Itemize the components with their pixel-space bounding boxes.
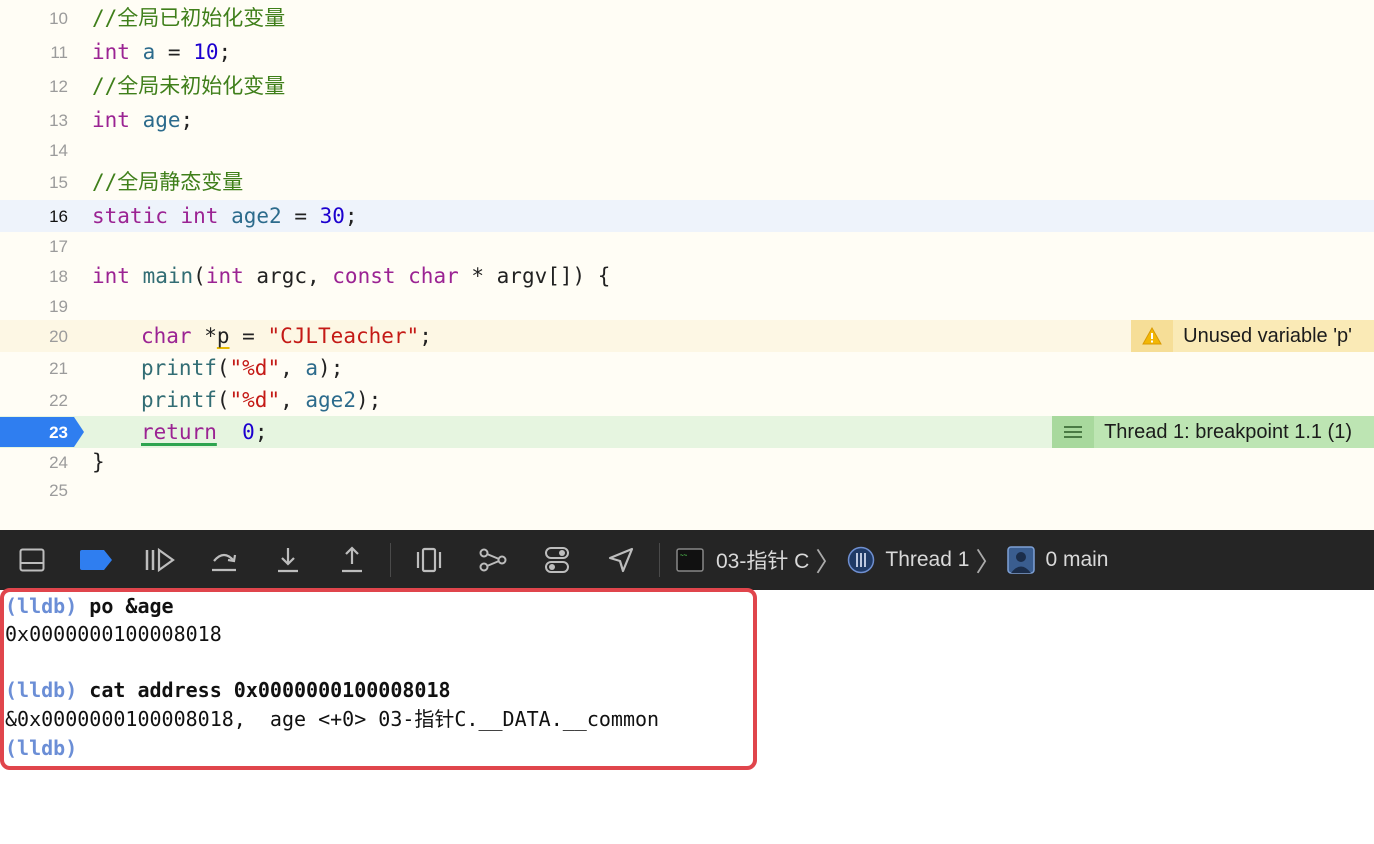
code-line[interactable]: 21 printf("%d", a); xyxy=(0,352,1374,384)
breadcrumb-frame[interactable]: 0 main xyxy=(1045,548,1108,572)
breakpoint-tag-icon xyxy=(80,550,112,570)
warning-annotation[interactable]: Unused variable 'p' xyxy=(1131,320,1374,352)
code-text: char *p = "CJLTeacher"; xyxy=(141,324,432,348)
step-out-button[interactable] xyxy=(320,530,384,590)
code-text: printf("%d", a); xyxy=(141,356,344,380)
breadcrumb-process[interactable]: 03-指针 C xyxy=(716,545,809,575)
debug-toolbar: ~~ 03-指针 C 〉 Thread 1 〉 0 main xyxy=(0,530,1374,590)
line-number: 15 xyxy=(49,173,68,192)
step-over-icon xyxy=(212,553,237,572)
code-line[interactable]: 13 int age; xyxy=(0,104,1374,136)
code-line[interactable]: 22 printf("%d", age2); xyxy=(0,384,1374,416)
code-text: } xyxy=(92,450,105,474)
continue-icon xyxy=(145,548,175,572)
step-out-icon xyxy=(342,546,362,573)
svg-text:~~: ~~ xyxy=(680,552,688,559)
line-number: 17 xyxy=(49,237,68,256)
toolbar-divider xyxy=(390,543,391,577)
line-number: 16 xyxy=(49,207,68,226)
breadcrumb: ~~ 03-指针 C 〉 Thread 1 〉 0 main xyxy=(676,530,1108,590)
line-number: 24 xyxy=(49,453,68,472)
chevron-right-icon: 〉 xyxy=(815,546,842,577)
panel-bottom-icon xyxy=(19,548,45,572)
warning-message: Unused variable 'p' xyxy=(1183,324,1352,347)
code-comment: //全局未初始化变量 xyxy=(92,74,286,98)
environment-overrides-button[interactable] xyxy=(525,530,589,590)
step-into-button[interactable] xyxy=(256,530,320,590)
line-number: 21 xyxy=(49,359,68,378)
toggles-icon xyxy=(545,547,569,573)
code-line-current[interactable]: 16 static int age2 = 30; xyxy=(0,200,1374,232)
simulate-location-button[interactable] xyxy=(589,530,653,590)
code-line[interactable]: 12 //全局未初始化变量 xyxy=(0,70,1374,102)
code-text: int age; xyxy=(92,108,194,132)
line-number: 20 xyxy=(49,327,68,346)
line-number: 23 xyxy=(49,423,68,442)
line-number: 14 xyxy=(49,141,68,160)
stack-frame-user-icon xyxy=(1007,546,1036,574)
code-text: int main(int argc, const char * argv[]) … xyxy=(92,264,611,288)
chevron-right-icon: 〉 xyxy=(975,546,1002,577)
toggle-breakpoints-button[interactable] xyxy=(64,530,128,590)
code-line[interactable]: 11 int a = 10; xyxy=(0,36,1374,68)
breadcrumb-thread[interactable]: Thread 1 xyxy=(885,548,969,572)
memory-graph-icon xyxy=(479,548,507,572)
warning-icon xyxy=(1131,320,1174,352)
line-number: 11 xyxy=(50,43,68,62)
breakpoint-message: Thread 1: breakpoint 1.1 (1) xyxy=(1104,420,1352,443)
view-hierarchy-icon xyxy=(416,547,442,573)
line-number: 12 xyxy=(49,77,68,96)
code-text: return 0; xyxy=(141,420,268,444)
code-line-warning[interactable]: 20 char *p = "CJLTeacher"; Unused variab… xyxy=(0,320,1374,352)
hide-debug-area-button[interactable] xyxy=(0,530,64,590)
debug-view-hierarchy-button[interactable] xyxy=(397,530,461,590)
breakpoint-marker[interactable]: 23 xyxy=(0,417,84,447)
code-line[interactable]: 15 //全局静态变量 xyxy=(0,166,1374,198)
thread-icon xyxy=(847,546,875,574)
debug-memory-graph-button[interactable] xyxy=(461,530,525,590)
code-text: static int age2 = 30; xyxy=(92,204,358,228)
step-into-icon xyxy=(278,548,298,573)
code-line[interactable]: 18 int main(int argc, const char * argv[… xyxy=(0,260,1374,292)
line-number: 25 xyxy=(49,481,68,500)
code-comment: //全局静态变量 xyxy=(92,170,244,194)
source-editor[interactable]: 10 //全局已初始化变量 11 int a = 10; 12 //全局未初始化… xyxy=(0,0,1374,530)
code-line-breakpoint[interactable]: 23 return 0; Thread 1: breakpoint 1.1 (1… xyxy=(0,416,1374,448)
step-over-button[interactable] xyxy=(192,530,256,590)
code-comment: //全局已初始化变量 xyxy=(92,6,286,30)
location-arrow-icon xyxy=(608,547,634,573)
code-line[interactable]: 25 xyxy=(0,474,1374,506)
line-number: 19 xyxy=(49,297,68,316)
line-number: 22 xyxy=(49,391,68,410)
line-number: 13 xyxy=(49,111,68,130)
toolbar-divider xyxy=(659,543,660,577)
code-line[interactable]: 10 //全局已初始化变量 xyxy=(0,2,1374,34)
breakpoint-annotation[interactable]: Thread 1: breakpoint 1.1 (1) xyxy=(1052,416,1374,448)
menu-lines-icon xyxy=(1052,416,1095,448)
terminal-icon: ~~ xyxy=(676,548,704,572)
code-line[interactable]: 17 xyxy=(0,230,1374,262)
code-text: printf("%d", age2); xyxy=(141,388,382,412)
line-number: 18 xyxy=(49,267,68,286)
code-line[interactable]: 19 xyxy=(0,290,1374,322)
annotation-highlight-box xyxy=(0,588,757,770)
line-number: 10 xyxy=(49,9,68,28)
code-text: int a = 10; xyxy=(92,40,232,64)
continue-button[interactable] xyxy=(128,530,192,590)
code-line[interactable]: 14 xyxy=(0,134,1374,166)
